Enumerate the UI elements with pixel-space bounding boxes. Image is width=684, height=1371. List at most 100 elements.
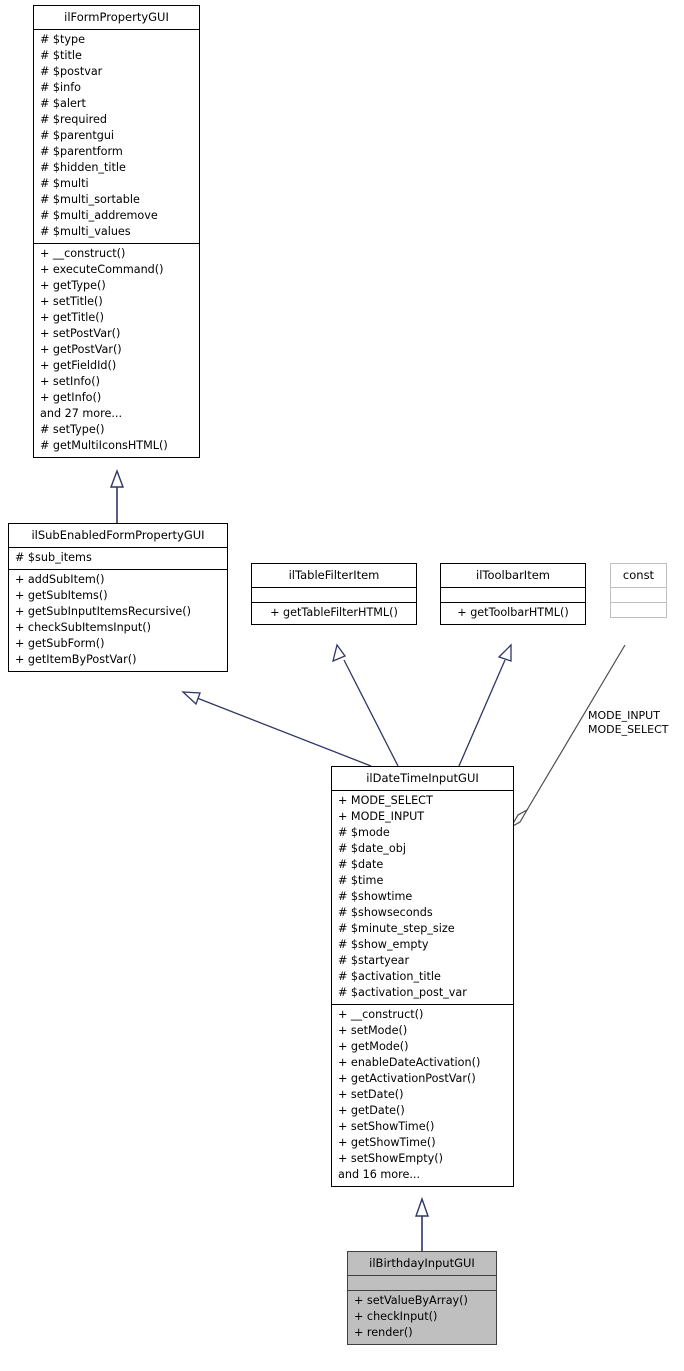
class-member: # $showseconds: [338, 906, 433, 919]
class-attributes-const: [611, 587, 666, 602]
class-member: + executeCommand(): [40, 263, 164, 276]
class-member: # $minute_step_size: [338, 922, 455, 935]
class-member: + setPostVar(): [40, 327, 121, 340]
class-attributes-ilformpropertygui: # $type # $title # $postvar # $info # $alert…: [34, 29, 199, 243]
class-title-ilsubenabledformpropertygui: ilSubEnabledFormPropertyGUI: [31, 528, 205, 542]
class-member: + getFieldId(): [40, 359, 117, 372]
method-list: + __construct() + setMode() + getMode() + e…: [338, 1007, 507, 1183]
class-member: # setType(): [40, 423, 105, 436]
class-member: + setInfo(): [40, 375, 100, 388]
class-member: # $showtime: [338, 890, 413, 903]
method-list: + getToolbarHTML(): [447, 605, 579, 621]
class-member: + render(): [354, 1326, 413, 1339]
class-member: + getActivationPostVar(): [338, 1072, 476, 1085]
attribute-list: # $sub_items: [15, 550, 221, 566]
class-methods-iltoolbaritem: + getToolbarHTML(): [441, 602, 585, 624]
class-member: # $startyear: [338, 954, 410, 967]
class-member: # $multi: [40, 177, 89, 190]
class-member: + getDate(): [338, 1104, 405, 1117]
class-member: and 16 more...: [338, 1168, 421, 1181]
class-member: + MODE_INPUT: [338, 810, 425, 823]
class-member: # $multi_addremove: [40, 209, 158, 222]
method-list: + __construct() + executeCommand() + getTy…: [40, 246, 193, 454]
attribute-list: # $type # $title # $postvar # $info # $alert…: [40, 32, 193, 240]
class-member: + getSubItems(): [15, 589, 108, 602]
class-member: + __construct(): [40, 247, 126, 260]
attribute-list: + MODE_SELECT + MODE_INPUT # $mode # $date_…: [338, 793, 507, 1001]
inheritance-edge-formproperty-subenabled: [109, 469, 125, 523]
class-member: # $postvar: [40, 65, 103, 78]
class-member: + getType(): [40, 279, 106, 292]
class-member: # $mode: [338, 826, 390, 839]
class-node-ilsubenabledformpropertygui[interactable]: ilSubEnabledFormPropertyGUI # $sub_items…: [8, 523, 228, 672]
class-title-iltablefilteritem: ilTableFilterItem: [288, 568, 380, 582]
uml-diagram-canvas: ilFormPropertyGUI # $type # $title # $post…: [0, 0, 684, 1371]
class-member: + MODE_SELECT: [338, 794, 433, 807]
association-label-const: MODE_INPUT MODE_SELECT: [588, 709, 668, 737]
class-member: # $multi_values: [40, 225, 131, 238]
class-member: + getSubForm(): [15, 637, 105, 650]
class-node-ilformpropertygui[interactable]: ilFormPropertyGUI # $type # $title # $post…: [33, 5, 200, 458]
class-title-ildatetimeinputgui: ilDateTimeInputGUI: [366, 771, 479, 785]
class-attributes-ilsubenabledformpropertygui: # $sub_items: [9, 547, 227, 569]
class-attributes-iltoolbaritem: [441, 587, 585, 602]
class-member: # $activation_title: [338, 970, 441, 983]
class-methods-const: [611, 602, 666, 617]
class-member: # $show_empty: [338, 938, 429, 951]
class-member: + getToolbarHTML(): [457, 606, 569, 619]
inheritance-edge-tablefilter-datetime: [332, 643, 399, 767]
class-node-const[interactable]: const: [610, 563, 667, 618]
class-node-iltoolbaritem[interactable]: ilToolbarItem + getToolbarHTML(): [440, 563, 586, 625]
class-member: # $sub_items: [15, 551, 92, 564]
class-member: # $date: [338, 858, 384, 871]
class-member: # $activation_post_var: [338, 986, 467, 999]
class-methods-ilformpropertygui: + __construct() + executeCommand() + getTy…: [34, 243, 199, 457]
class-member: + setShowEmpty(): [338, 1152, 444, 1165]
class-member: # $parentform: [40, 145, 123, 158]
class-member: + addSubItem(): [15, 573, 105, 586]
class-member: + __construct(): [338, 1008, 424, 1021]
class-member: + checkSubItemsInput(): [15, 621, 151, 634]
method-list: + addSubItem() + getSubItems() + getSubInp…: [15, 572, 221, 668]
class-methods-iltablefilteritem: + getTableFilterHTML(): [252, 602, 416, 624]
class-member: # $hidden_title: [40, 161, 126, 174]
class-member: + setTitle(): [40, 295, 103, 308]
class-member: # $type: [40, 33, 86, 46]
class-member: # $alert: [40, 97, 86, 110]
inheritance-edge-subenabled-datetime: [181, 691, 372, 767]
class-methods-ilsubenabledformpropertygui: + addSubItem() + getSubItems() + getSubInp…: [9, 569, 227, 671]
class-member: # $required: [40, 113, 107, 126]
class-title-const: const: [622, 568, 655, 582]
class-member: + setShowTime(): [338, 1120, 435, 1133]
class-member: and 27 more...: [40, 407, 123, 420]
association-label-line-1: MODE_INPUT: [588, 709, 660, 722]
class-title-ilbirthdayinputgui: ilBirthdayInputGUI: [369, 1256, 475, 1270]
inheritance-edge-datetime-birthday: [415, 1196, 429, 1251]
class-member: + getTitle(): [40, 311, 105, 324]
class-member: + getSubInputItemsRecursive(): [15, 605, 192, 618]
class-attributes-iltablefilteritem: [252, 587, 416, 602]
class-node-ilbirthdayinputgui[interactable]: ilBirthdayInputGUI + setValueByArray() + …: [347, 1251, 497, 1345]
class-member: + getMode(): [338, 1040, 409, 1053]
class-member: # $time: [338, 874, 384, 887]
class-member: + enableDateActivation(): [338, 1056, 481, 1069]
class-member: # $title: [40, 49, 82, 62]
class-node-iltablefilteritem[interactable]: ilTableFilterItem + getTableFilterHTML(): [251, 563, 417, 625]
class-node-ildatetimeinputgui[interactable]: ilDateTimeInputGUI + MODE_SELECT + MODE_I…: [331, 766, 514, 1187]
method-list: + getTableFilterHTML(): [258, 605, 410, 621]
class-member: # $parentgui: [40, 129, 115, 142]
class-member: # $multi_sortable: [40, 193, 140, 206]
class-member: # getMultiIconsHTML(): [40, 439, 168, 452]
association-label-line-2: MODE_SELECT: [588, 723, 669, 736]
class-member: + checkInput(): [354, 1310, 438, 1323]
class-member: # $info: [40, 81, 82, 94]
class-methods-ildatetimeinputgui: + __construct() + setMode() + getMode() + e…: [332, 1004, 513, 1186]
class-member: + setValueByArray(): [354, 1294, 468, 1307]
class-member: + getInfo(): [40, 391, 102, 404]
class-title-ilformpropertygui: ilFormPropertyGUI: [64, 10, 169, 24]
inheritance-edge-toolbar-datetime: [458, 643, 512, 767]
class-attributes-ildatetimeinputgui: + MODE_SELECT + MODE_INPUT # $mode # $date_…: [332, 790, 513, 1004]
class-attributes-ilbirthdayinputgui: [348, 1275, 496, 1290]
class-member: + getItemByPostVar(): [15, 653, 137, 666]
class-methods-ilbirthdayinputgui: + setValueByArray() + checkInput() + rende…: [348, 1290, 496, 1344]
